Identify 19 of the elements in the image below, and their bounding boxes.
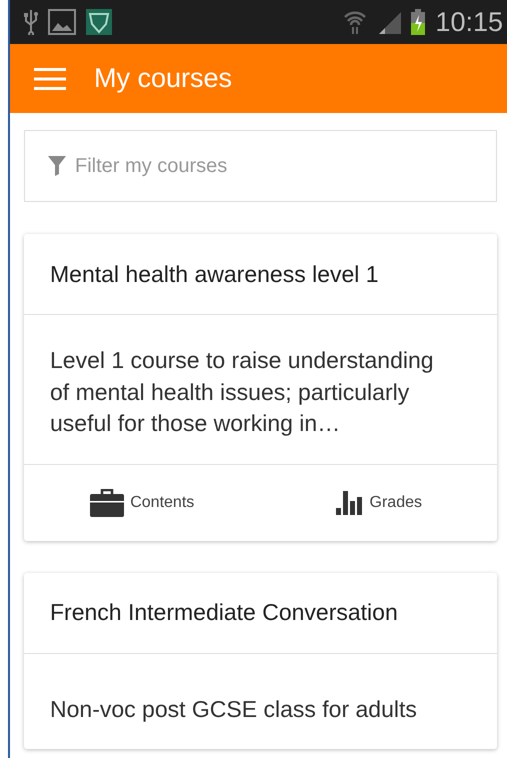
course-title[interactable]: French Intermediate Conversation	[24, 572, 497, 654]
filter-icon	[48, 156, 66, 176]
grades-button[interactable]: Grades	[260, 464, 497, 540]
briefcase-icon	[90, 488, 124, 516]
bar-chart-icon	[336, 490, 364, 514]
course-title[interactable]: Mental health awareness level 1	[24, 234, 497, 315]
shield-icon	[86, 9, 112, 35]
app-title: My courses	[94, 63, 232, 94]
usb-icon	[24, 9, 38, 35]
contents-button[interactable]: Contents	[24, 464, 260, 540]
battery-icon	[411, 9, 426, 35]
course-summary: Non-voc post GCSE class for adults	[49, 694, 418, 724]
clock-time: 10:15	[435, 6, 503, 38]
image-icon	[48, 9, 76, 35]
menu-icon	[34, 66, 66, 90]
wifi-icon	[343, 9, 368, 35]
menu-button[interactable]	[34, 66, 66, 90]
filter-field[interactable]: Filter my courses	[24, 130, 497, 202]
course-summary: Level 1 course to raise understanding of mental health issues; particularly useful for those working in…	[49, 346, 435, 438]
